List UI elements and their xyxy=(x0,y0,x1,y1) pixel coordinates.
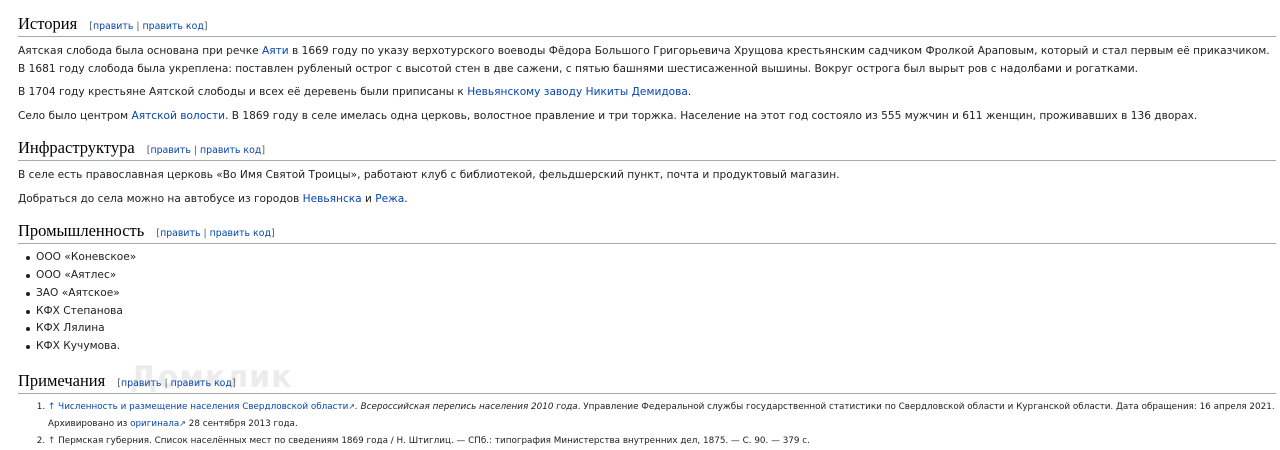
section-heading-infrastructure: Инфраструктура [править | править код] xyxy=(18,137,1276,162)
section-title: Промышленность xyxy=(18,221,145,240)
edit-section-links: [править | править код] xyxy=(156,228,275,239)
paragraph: В 1704 году крестьяне Аятской слободы и … xyxy=(18,86,692,99)
section-title: Инфраструктура xyxy=(18,138,135,157)
link-ayat[interactable]: Аяти xyxy=(262,45,289,57)
industry-list: ООО «Коневское» ООО «Аятлес» ЗАО «Аятско… xyxy=(18,249,1276,355)
external-link-icon: ↗ xyxy=(179,419,186,429)
link-rezh[interactable]: Режа xyxy=(375,193,404,205)
edit-link[interactable]: править xyxy=(93,21,133,32)
edit-code-link[interactable]: править код xyxy=(143,21,204,32)
section-heading-industry: Промышленность [править | править код] xyxy=(18,220,1276,245)
link-nevyansk[interactable]: Невьянска xyxy=(303,193,362,205)
reference-item: ↑ Численность и размещение населения Све… xyxy=(48,399,1276,432)
reference-link[interactable]: Численность и размещение населения Сверд… xyxy=(58,402,348,412)
list-item: ЗАО «Аятское» xyxy=(26,285,1276,303)
edit-link[interactable]: править xyxy=(121,378,161,389)
paragraph: В селе есть православная церковь «Во Имя… xyxy=(18,169,840,182)
paragraph: Добраться до села можно на автобусе из г… xyxy=(18,192,408,205)
list-item: ООО «Коневское» xyxy=(26,249,1276,267)
back-link-arrow[interactable]: ↑ xyxy=(48,402,55,412)
section-notes: Примечания [править | править код] ↑ Чис… xyxy=(18,370,1276,450)
list-item: КФХ Кучумова. xyxy=(26,338,1276,356)
archive-original-link[interactable]: оригинала xyxy=(130,419,179,429)
paragraph: Аятская слобода была основана при речке … xyxy=(18,45,1270,75)
edit-code-link[interactable]: править код xyxy=(200,145,261,156)
edit-link[interactable]: править xyxy=(160,228,200,239)
section-title: История xyxy=(18,14,78,33)
list-item: КФХ Лялина xyxy=(26,320,1276,338)
section-title: Примечания xyxy=(18,371,106,390)
edit-section-links: [править | править код] xyxy=(146,145,265,156)
link-ayat-volost[interactable]: Аятской волости xyxy=(131,110,225,122)
back-link-arrow[interactable]: ↑ xyxy=(48,436,55,446)
edit-code-link[interactable]: править код xyxy=(171,378,232,389)
section-infrastructure: Инфраструктура [править | править код] В… xyxy=(18,137,1276,208)
list-item: КФХ Степанова xyxy=(26,303,1276,321)
reference-item: ↑ Пермская губерния. Список населённых м… xyxy=(48,433,1276,450)
edit-link[interactable]: править xyxy=(150,145,190,156)
section-industry: Промышленность [править | править код] О… xyxy=(18,220,1276,356)
edit-section-links: [править | править код] xyxy=(117,378,236,389)
section-history: История [править | править код] Аятская … xyxy=(18,13,1276,125)
edit-code-link[interactable]: править код xyxy=(210,228,271,239)
section-heading-history: История [править | править код] xyxy=(18,13,1276,38)
references-list: ↑ Численность и размещение населения Све… xyxy=(18,399,1276,449)
section-heading-notes: Примечания [править | править код] xyxy=(18,370,1276,395)
paragraph: Село было центром Аятской волости. В 186… xyxy=(18,109,1198,122)
list-item: ООО «Аятлес» xyxy=(26,267,1276,285)
edit-section-links: [править | править код] xyxy=(89,21,208,32)
link-nevyansk-plant[interactable]: Невьянскому заводу Никиты Демидова xyxy=(467,86,688,98)
